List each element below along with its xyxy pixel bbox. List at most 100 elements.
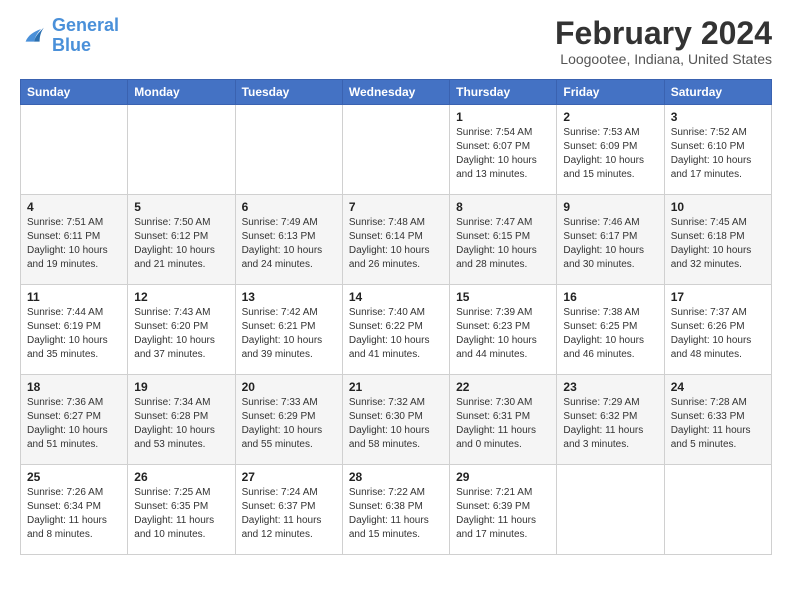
logo-icon [20, 22, 48, 50]
day-cell: 24Sunrise: 7:28 AM Sunset: 6:33 PM Dayli… [664, 375, 771, 465]
day-number: 16 [563, 290, 657, 304]
day-cell: 21Sunrise: 7:32 AM Sunset: 6:30 PM Dayli… [342, 375, 449, 465]
day-cell: 15Sunrise: 7:39 AM Sunset: 6:23 PM Dayli… [450, 285, 557, 375]
day-number: 28 [349, 470, 443, 484]
day-number: 27 [242, 470, 336, 484]
logo-blue: Blue [52, 35, 91, 55]
day-cell: 23 Sunrise: 7:29 AM Sunset: 6:32 PM Dayli… [557, 375, 664, 465]
day-cell: 20Sunrise: 7:33 AM Sunset: 6:29 PM Dayli… [235, 375, 342, 465]
day-info: Sunrise: 7:53 AM Sunset: 6:09 PM Dayligh… [563, 126, 657, 182]
day-cell: 16 Sunrise: 7:38 AM Sunset: 6:25 PM Dayli… [557, 285, 664, 375]
day-info: Sunrise: 7:26 AM Sunset: 6:34 PM Dayligh… [27, 486, 121, 542]
header-friday: Friday [557, 80, 664, 105]
day-number: 18 [27, 380, 121, 394]
day-info: Sunrise: 7:54 AM Sunset: 6:07 PM Dayligh… [456, 126, 550, 182]
day-cell: 11 Sunrise: 7:44 AM Sunset: 6:19 PM Dayli… [21, 285, 128, 375]
day-cell: 7 Sunrise: 7:48 AM Sunset: 6:14 PM Daylig… [342, 195, 449, 285]
day-info: Sunrise: 7:38 AM Sunset: 6:25 PM Dayligh… [563, 306, 657, 362]
day-cell: 18 Sunrise: 7:36 AM Sunset: 6:27 PM Dayli… [21, 375, 128, 465]
day-info: Sunrise: 7:25 AM Sunset: 6:35 PM Dayligh… [134, 486, 228, 542]
day-cell: 28 Sunrise: 7:22 AM Sunset: 6:38 PM Dayli… [342, 465, 449, 555]
day-info: Sunrise: 7:44 AM Sunset: 6:19 PM Dayligh… [27, 306, 121, 362]
day-number: 8 [456, 200, 550, 214]
day-info: Sunrise: 7:34 AM Sunset: 6:28 PM Dayligh… [134, 396, 228, 452]
week-row-1: 1 Sunrise: 7:54 AM Sunset: 6:07 PM Daylig… [21, 105, 772, 195]
day-info: Sunrise: 7:39 AM Sunset: 6:23 PM Dayligh… [456, 306, 550, 362]
day-cell: 1 Sunrise: 7:54 AM Sunset: 6:07 PM Daylig… [450, 105, 557, 195]
title-block: February 2024 Loogootee, Indiana, United… [555, 16, 772, 67]
day-cell [235, 105, 342, 195]
day-cell: 2 Sunrise: 7:53 AM Sunset: 6:09 PM Daylig… [557, 105, 664, 195]
day-cell: 29 Sunrise: 7:21 AM Sunset: 6:39 PM Dayli… [450, 465, 557, 555]
day-info: Sunrise: 7:52 AM Sunset: 6:10 PM Dayligh… [671, 126, 765, 182]
day-info: Sunrise: 7:24 AM Sunset: 6:37 PM Dayligh… [242, 486, 336, 542]
header-saturday: Saturday [664, 80, 771, 105]
day-cell [342, 105, 449, 195]
day-number: 9 [563, 200, 657, 214]
day-number: 3 [671, 110, 765, 124]
day-cell: 25Sunrise: 7:26 AM Sunset: 6:34 PM Dayli… [21, 465, 128, 555]
logo: General Blue [20, 16, 119, 56]
calendar-table: Sunday Monday Tuesday Wednesday Thursday… [20, 79, 772, 555]
day-number: 12 [134, 290, 228, 304]
day-info: Sunrise: 7:48 AM Sunset: 6:14 PM Dayligh… [349, 216, 443, 272]
day-info: Sunrise: 7:30 AM Sunset: 6:31 PM Dayligh… [456, 396, 550, 452]
day-number: 6 [242, 200, 336, 214]
day-number: 11 [27, 290, 121, 304]
day-cell: 3 Sunrise: 7:52 AM Sunset: 6:10 PM Daylig… [664, 105, 771, 195]
day-cell: 12Sunrise: 7:43 AM Sunset: 6:20 PM Dayli… [128, 285, 235, 375]
day-info: Sunrise: 7:45 AM Sunset: 6:18 PM Dayligh… [671, 216, 765, 272]
day-number: 13 [242, 290, 336, 304]
week-row-5: 25Sunrise: 7:26 AM Sunset: 6:34 PM Dayli… [21, 465, 772, 555]
calendar-header: Sunday Monday Tuesday Wednesday Thursday… [21, 80, 772, 105]
day-number: 29 [456, 470, 550, 484]
day-info: Sunrise: 7:28 AM Sunset: 6:33 PM Dayligh… [671, 396, 765, 452]
day-info: Sunrise: 7:40 AM Sunset: 6:22 PM Dayligh… [349, 306, 443, 362]
calendar-body: 1 Sunrise: 7:54 AM Sunset: 6:07 PM Daylig… [21, 105, 772, 555]
day-number: 4 [27, 200, 121, 214]
day-number: 7 [349, 200, 443, 214]
calendar-subtitle: Loogootee, Indiana, United States [555, 51, 772, 67]
day-number: 22 [456, 380, 550, 394]
day-info: Sunrise: 7:50 AM Sunset: 6:12 PM Dayligh… [134, 216, 228, 272]
day-info: Sunrise: 7:37 AM Sunset: 6:26 PM Dayligh… [671, 306, 765, 362]
day-number: 1 [456, 110, 550, 124]
header-thursday: Thursday [450, 80, 557, 105]
day-info: Sunrise: 7:46 AM Sunset: 6:17 PM Dayligh… [563, 216, 657, 272]
day-number: 20 [242, 380, 336, 394]
logo-text-block: General Blue [52, 16, 119, 56]
day-cell: 22 Sunrise: 7:30 AM Sunset: 6:31 PM Dayli… [450, 375, 557, 465]
day-cell: 19Sunrise: 7:34 AM Sunset: 6:28 PM Dayli… [128, 375, 235, 465]
header-monday: Monday [128, 80, 235, 105]
day-cell: 13 Sunrise: 7:42 AM Sunset: 6:21 PM Dayli… [235, 285, 342, 375]
week-row-4: 18 Sunrise: 7:36 AM Sunset: 6:27 PM Dayli… [21, 375, 772, 465]
day-number: 26 [134, 470, 228, 484]
logo-general: General [52, 15, 119, 35]
day-number: 23 [563, 380, 657, 394]
day-cell [128, 105, 235, 195]
day-cell [664, 465, 771, 555]
day-cell: 6 Sunrise: 7:49 AM Sunset: 6:13 PM Daylig… [235, 195, 342, 285]
day-number: 10 [671, 200, 765, 214]
calendar-title: February 2024 [555, 16, 772, 51]
day-number: 2 [563, 110, 657, 124]
day-info: Sunrise: 7:21 AM Sunset: 6:39 PM Dayligh… [456, 486, 550, 542]
day-info: Sunrise: 7:47 AM Sunset: 6:15 PM Dayligh… [456, 216, 550, 272]
day-cell [21, 105, 128, 195]
day-info: Sunrise: 7:42 AM Sunset: 6:21 PM Dayligh… [242, 306, 336, 362]
day-info: Sunrise: 7:36 AM Sunset: 6:27 PM Dayligh… [27, 396, 121, 452]
week-row-2: 4Sunrise: 7:51 AM Sunset: 6:11 PM Daylig… [21, 195, 772, 285]
day-info: Sunrise: 7:49 AM Sunset: 6:13 PM Dayligh… [242, 216, 336, 272]
header: General Blue February 2024 Loogootee, In… [20, 16, 772, 67]
day-cell: 9 Sunrise: 7:46 AM Sunset: 6:17 PM Daylig… [557, 195, 664, 285]
day-number: 14 [349, 290, 443, 304]
day-info: Sunrise: 7:29 AM Sunset: 6:32 PM Dayligh… [563, 396, 657, 452]
day-cell: 27 Sunrise: 7:24 AM Sunset: 6:37 PM Dayli… [235, 465, 342, 555]
header-row: Sunday Monday Tuesday Wednesday Thursday… [21, 80, 772, 105]
day-cell: 17Sunrise: 7:37 AM Sunset: 6:26 PM Dayli… [664, 285, 771, 375]
day-cell: 8 Sunrise: 7:47 AM Sunset: 6:15 PM Daylig… [450, 195, 557, 285]
day-cell: 14 Sunrise: 7:40 AM Sunset: 6:22 PM Dayli… [342, 285, 449, 375]
day-info: Sunrise: 7:22 AM Sunset: 6:38 PM Dayligh… [349, 486, 443, 542]
header-sunday: Sunday [21, 80, 128, 105]
day-cell: 10 Sunrise: 7:45 AM Sunset: 6:18 PM Dayli… [664, 195, 771, 285]
